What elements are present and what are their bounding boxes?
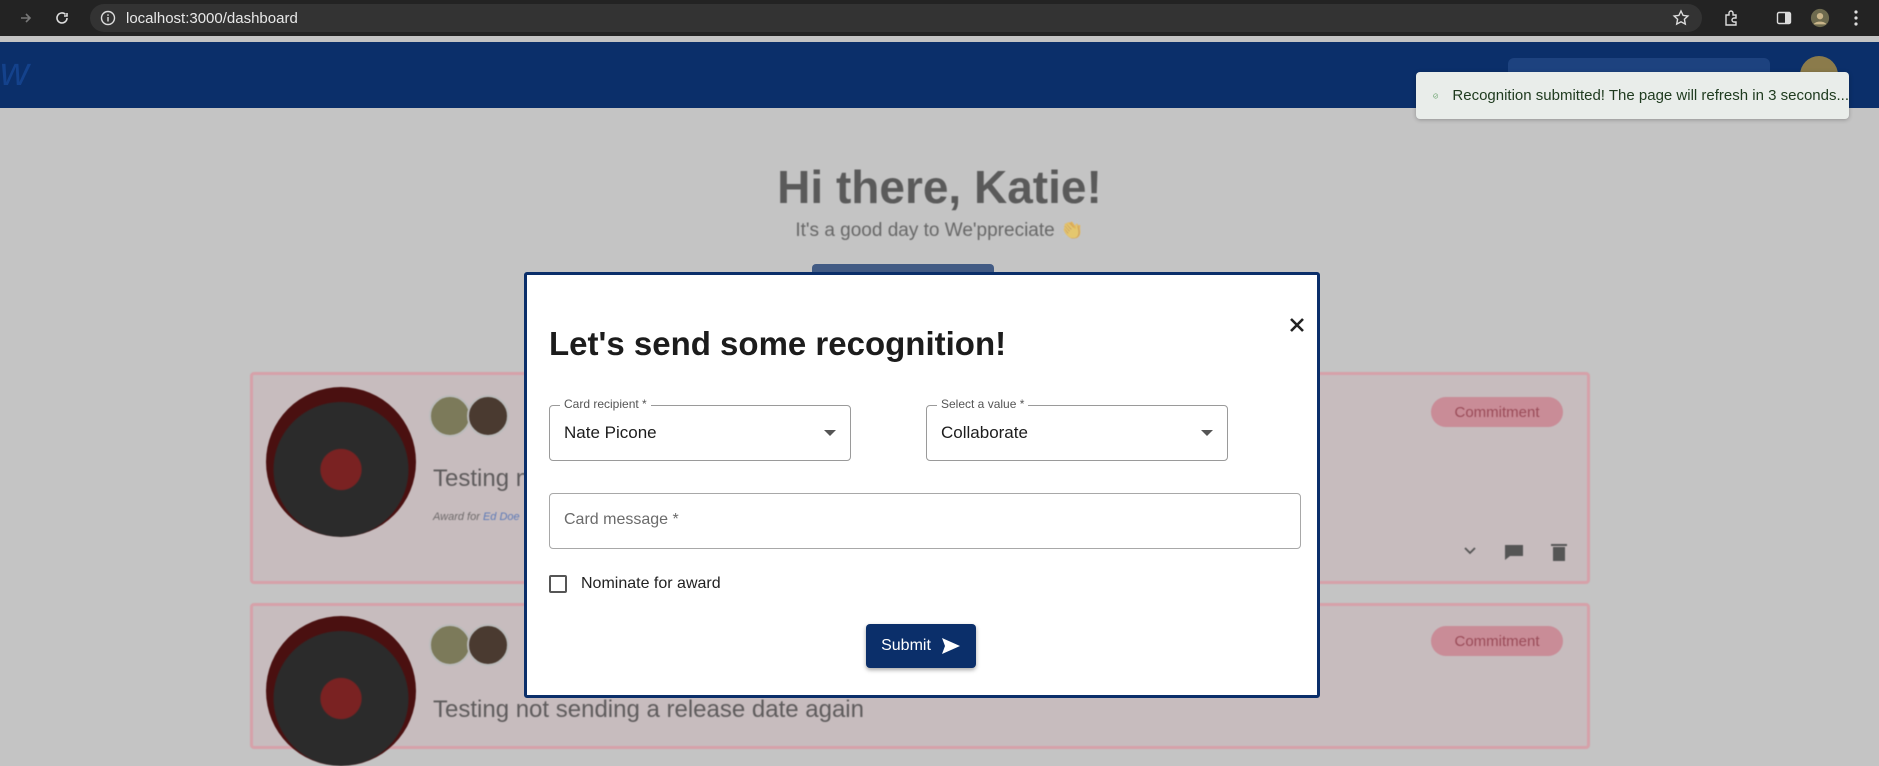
extensions-icon[interactable]	[1721, 8, 1741, 28]
close-button[interactable]	[1283, 311, 1311, 339]
card-message-placeholder: Card message *	[564, 511, 679, 528]
card-title: Testing n	[433, 465, 530, 492]
nominate-checkbox[interactable]	[549, 575, 567, 593]
modal-title: Let's send some recognition!	[549, 325, 1007, 362]
card-award-prefix: Award for	[433, 511, 480, 523]
more-menu-icon[interactable]	[1846, 8, 1866, 28]
greeting-subtitle: It's a good day to We'ppreciate 👏	[795, 220, 1084, 241]
card-image	[266, 616, 416, 766]
nominate-row: Nominate for award	[549, 575, 721, 593]
greeting-heading: Hi there, Katie!	[777, 161, 1102, 213]
submit-button[interactable]: Submit	[866, 624, 976, 668]
sender-avatar	[429, 395, 471, 437]
value-badge: Commitment	[1431, 626, 1563, 656]
comment-icon	[1505, 545, 1523, 560]
expand-icon	[1464, 547, 1476, 555]
recipient-select[interactable]: Card recipient * Nate Picone	[549, 397, 851, 461]
card-image	[266, 387, 416, 537]
recipient-label: Card recipient *	[560, 397, 651, 411]
browser-toolbar: localhost:3000/dashboard	[0, 0, 1879, 36]
success-toast: Recognition submitted! The page will ref…	[1416, 72, 1849, 119]
delete-icon	[1551, 544, 1567, 561]
value-select[interactable]: Select a value * Collaborate	[926, 397, 1228, 461]
close-icon	[1290, 318, 1304, 332]
forward-icon[interactable]	[16, 8, 36, 28]
recipient-avatar	[467, 395, 509, 437]
site-info-icon[interactable]	[100, 10, 116, 31]
side-panel-icon[interactable]	[1774, 8, 1794, 28]
reload-icon[interactable]	[52, 8, 72, 28]
card-actions	[1463, 543, 1567, 561]
sender-avatar	[429, 624, 471, 666]
recipient-value: Nate Picone	[564, 423, 657, 442]
chevron-down-icon	[824, 430, 836, 436]
nominate-label: Nominate for award	[581, 575, 721, 592]
bookmark-star-icon[interactable]	[1671, 8, 1691, 28]
value-badge: Commitment	[1431, 397, 1563, 427]
recipient-avatar	[467, 624, 509, 666]
toast-message: Recognition submitted! The page will ref…	[1452, 87, 1849, 104]
card-message-input[interactable]: Card message *	[549, 493, 1301, 549]
send-icon	[941, 638, 960, 654]
profile-avatar-icon[interactable]	[1810, 8, 1830, 28]
app-logo: w	[0, 50, 29, 94]
card-award-line: Award for Ed Doe	[433, 511, 520, 523]
chevron-down-icon	[1201, 430, 1213, 436]
address-bar[interactable]: localhost:3000/dashboard	[90, 4, 1702, 32]
value-value: Collaborate	[941, 423, 1028, 442]
card-title: Testing not sending a release date again	[433, 696, 864, 723]
url-text: localhost:3000/dashboard	[126, 9, 298, 27]
recognition-modal: Let's send some recognition! Card recipi…	[524, 272, 1320, 698]
submit-label: Submit	[881, 637, 931, 654]
value-label: Select a value *	[937, 397, 1029, 411]
success-check-icon	[1433, 93, 1439, 98]
card-award-link: Ed Doe	[482, 511, 520, 523]
